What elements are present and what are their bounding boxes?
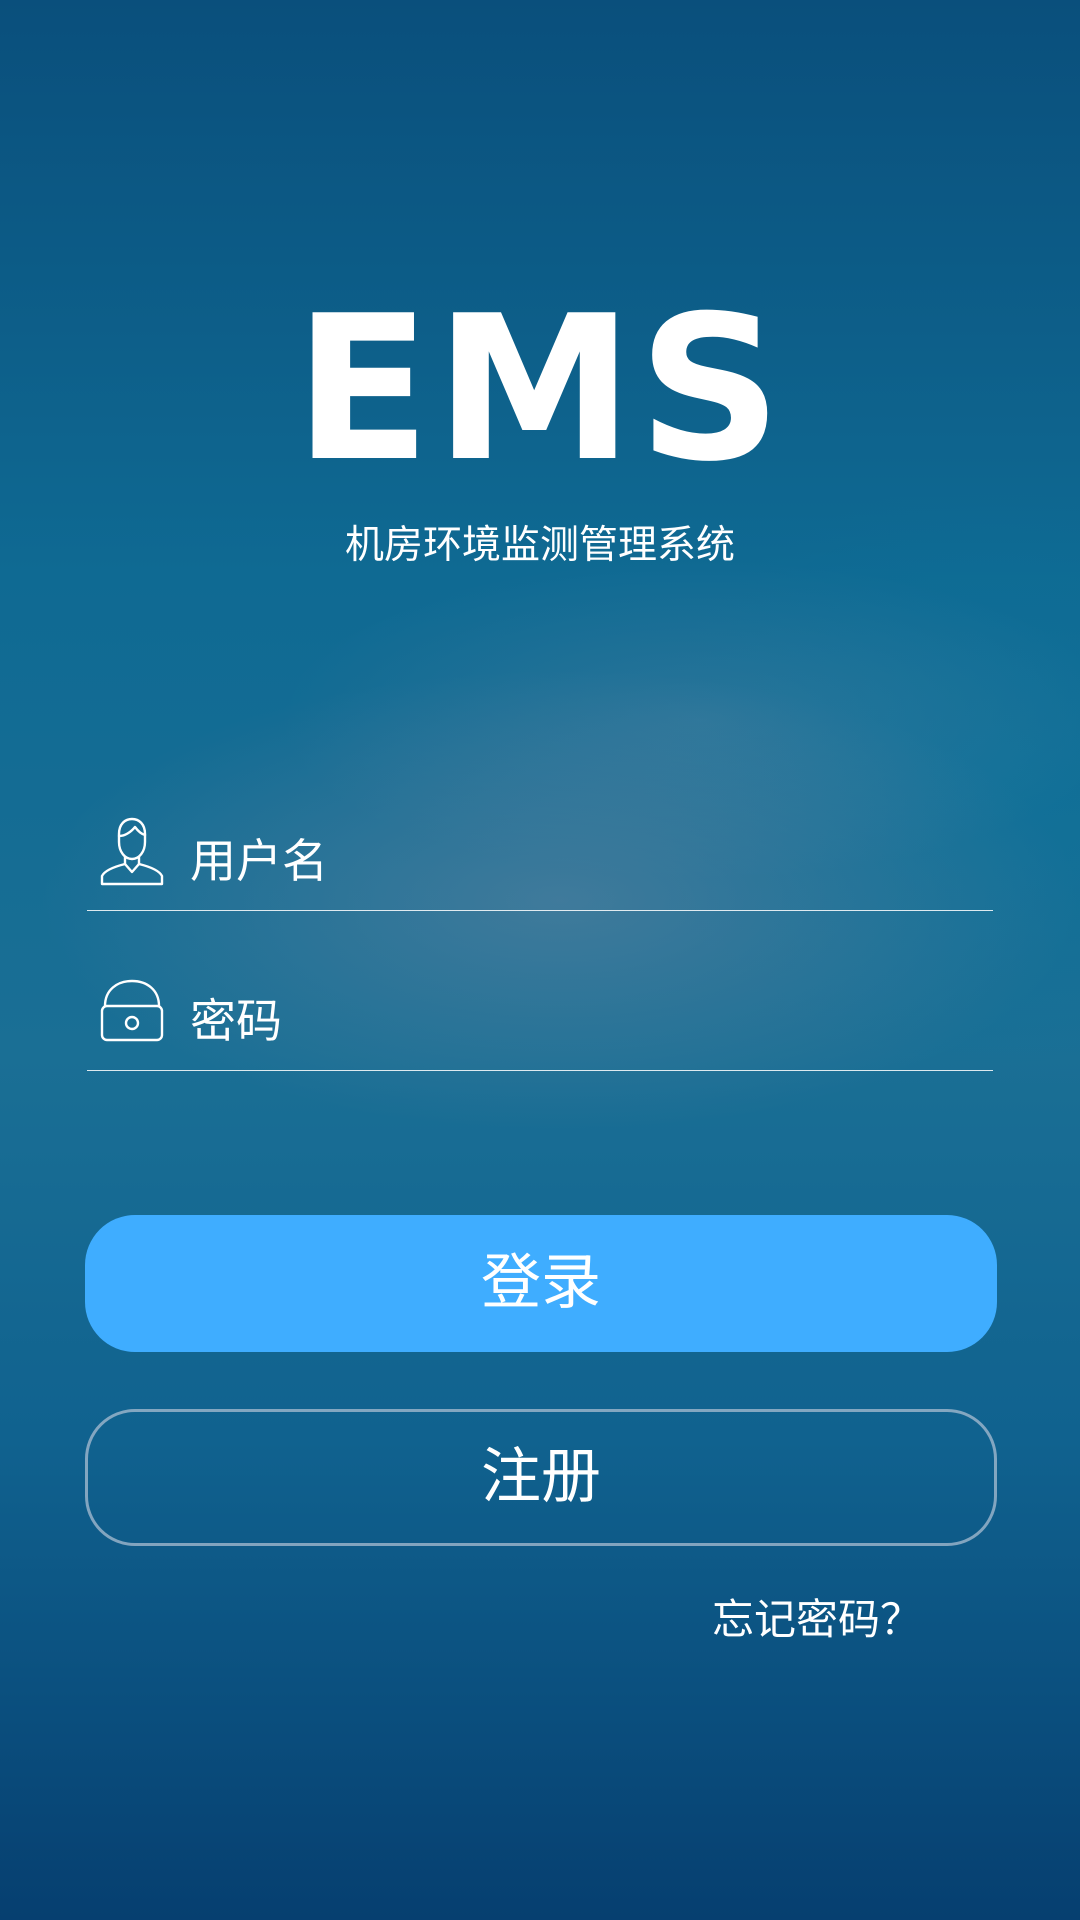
username-field[interactable] <box>87 800 993 911</box>
app-subtitle: 机房环境监测管理系统 <box>344 523 735 568</box>
forgot-password-link[interactable]: 忘记密码？ <box>712 1592 922 1648</box>
register-button[interactable]: 注册 <box>85 1409 997 1546</box>
lock-icon <box>99 976 165 1046</box>
password-input[interactable] <box>190 988 970 1054</box>
app-title: EMS <box>294 273 786 506</box>
password-field[interactable] <box>87 960 993 1071</box>
username-input[interactable] <box>190 828 970 894</box>
user-icon <box>99 816 165 886</box>
login-button[interactable]: 登录 <box>85 1215 997 1352</box>
